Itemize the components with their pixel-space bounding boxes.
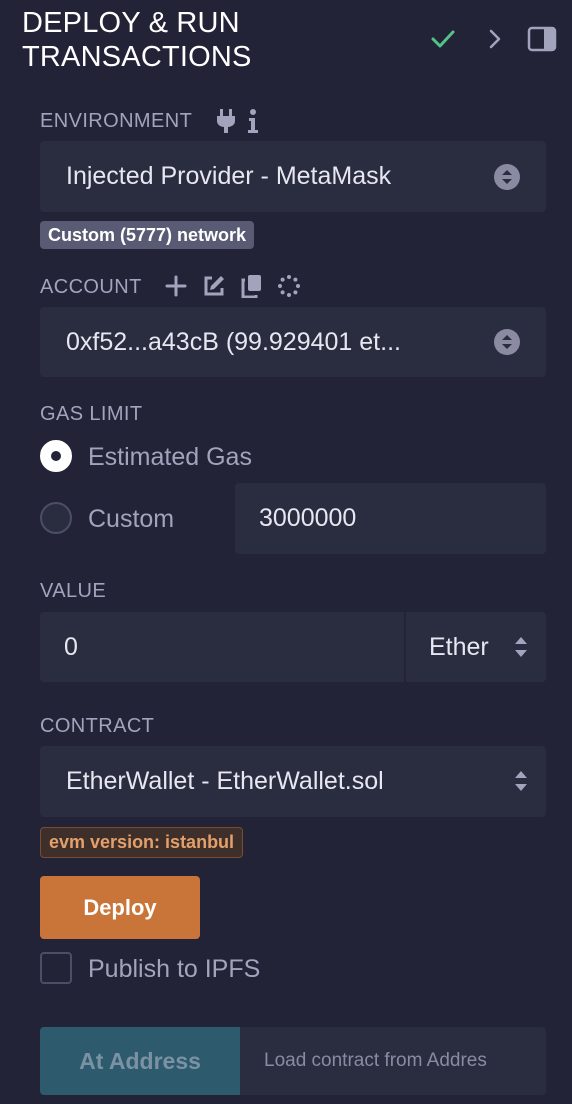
custom-gas-radio[interactable] bbox=[40, 502, 72, 534]
environment-selected-value: Injected Provider - MetaMask bbox=[66, 162, 392, 190]
select-arrows-icon bbox=[494, 163, 520, 190]
environment-label: ENVIRONMENT bbox=[40, 110, 193, 132]
spinner-icon[interactable] bbox=[277, 274, 301, 298]
chevron-right-icon[interactable] bbox=[482, 24, 508, 54]
account-label: ACCOUNT bbox=[40, 276, 142, 298]
load-contract-address-input[interactable]: Load contract from Addres bbox=[240, 1027, 546, 1095]
estimated-gas-label: Estimated Gas bbox=[88, 443, 252, 471]
value-unit: Ether bbox=[429, 632, 489, 661]
select-arrows-icon bbox=[514, 770, 528, 799]
deploy-button[interactable]: Deploy bbox=[40, 876, 200, 939]
account-select[interactable]: 0xf52...a43cB (99.929401 et... bbox=[40, 307, 546, 377]
value-unit-select[interactable]: Ether bbox=[406, 612, 546, 682]
contract-label: CONTRACT bbox=[40, 715, 155, 737]
custom-gas-input[interactable]: 3000000 bbox=[235, 483, 546, 554]
info-icon[interactable] bbox=[247, 108, 261, 134]
edit-icon[interactable] bbox=[202, 274, 226, 298]
contract-select[interactable]: EtherWallet - EtherWallet.sol bbox=[40, 746, 546, 817]
publish-ipfs-label: Publish to IPFS bbox=[88, 955, 261, 983]
publish-ipfs-checkbox[interactable] bbox=[40, 952, 72, 984]
plug-icon[interactable] bbox=[216, 108, 238, 134]
plus-icon[interactable] bbox=[165, 275, 187, 297]
environment-select[interactable]: Injected Provider - MetaMask bbox=[40, 141, 546, 212]
account-selected-value: 0xf52...a43cB (99.929401 et... bbox=[66, 327, 401, 356]
radio-dot bbox=[51, 451, 61, 461]
check-icon bbox=[428, 24, 458, 54]
copy-icon[interactable] bbox=[241, 274, 263, 299]
evm-version-badge: evm version: istanbul bbox=[40, 827, 244, 858]
estimated-gas-radio[interactable] bbox=[40, 440, 72, 472]
value-input[interactable]: 0 bbox=[40, 612, 404, 682]
at-address-button[interactable]: At Address bbox=[40, 1027, 240, 1095]
panel-toggle-icon[interactable] bbox=[526, 24, 558, 54]
value-label: VALUE bbox=[40, 580, 107, 602]
value-amount: 0 bbox=[64, 632, 78, 661]
select-arrows-icon bbox=[494, 329, 520, 355]
unit-arrows-icon bbox=[514, 636, 528, 665]
custom-gas-value: 3000000 bbox=[259, 504, 357, 532]
panel-title: DEPLOY & RUN TRANSACTIONS bbox=[22, 7, 252, 73]
custom-gas-label: Custom bbox=[88, 505, 175, 533]
contract-selected-value: EtherWallet - EtherWallet.sol bbox=[66, 767, 384, 795]
gas-limit-label: GAS LIMIT bbox=[40, 403, 143, 425]
network-badge: Custom (5777) network bbox=[40, 221, 255, 249]
